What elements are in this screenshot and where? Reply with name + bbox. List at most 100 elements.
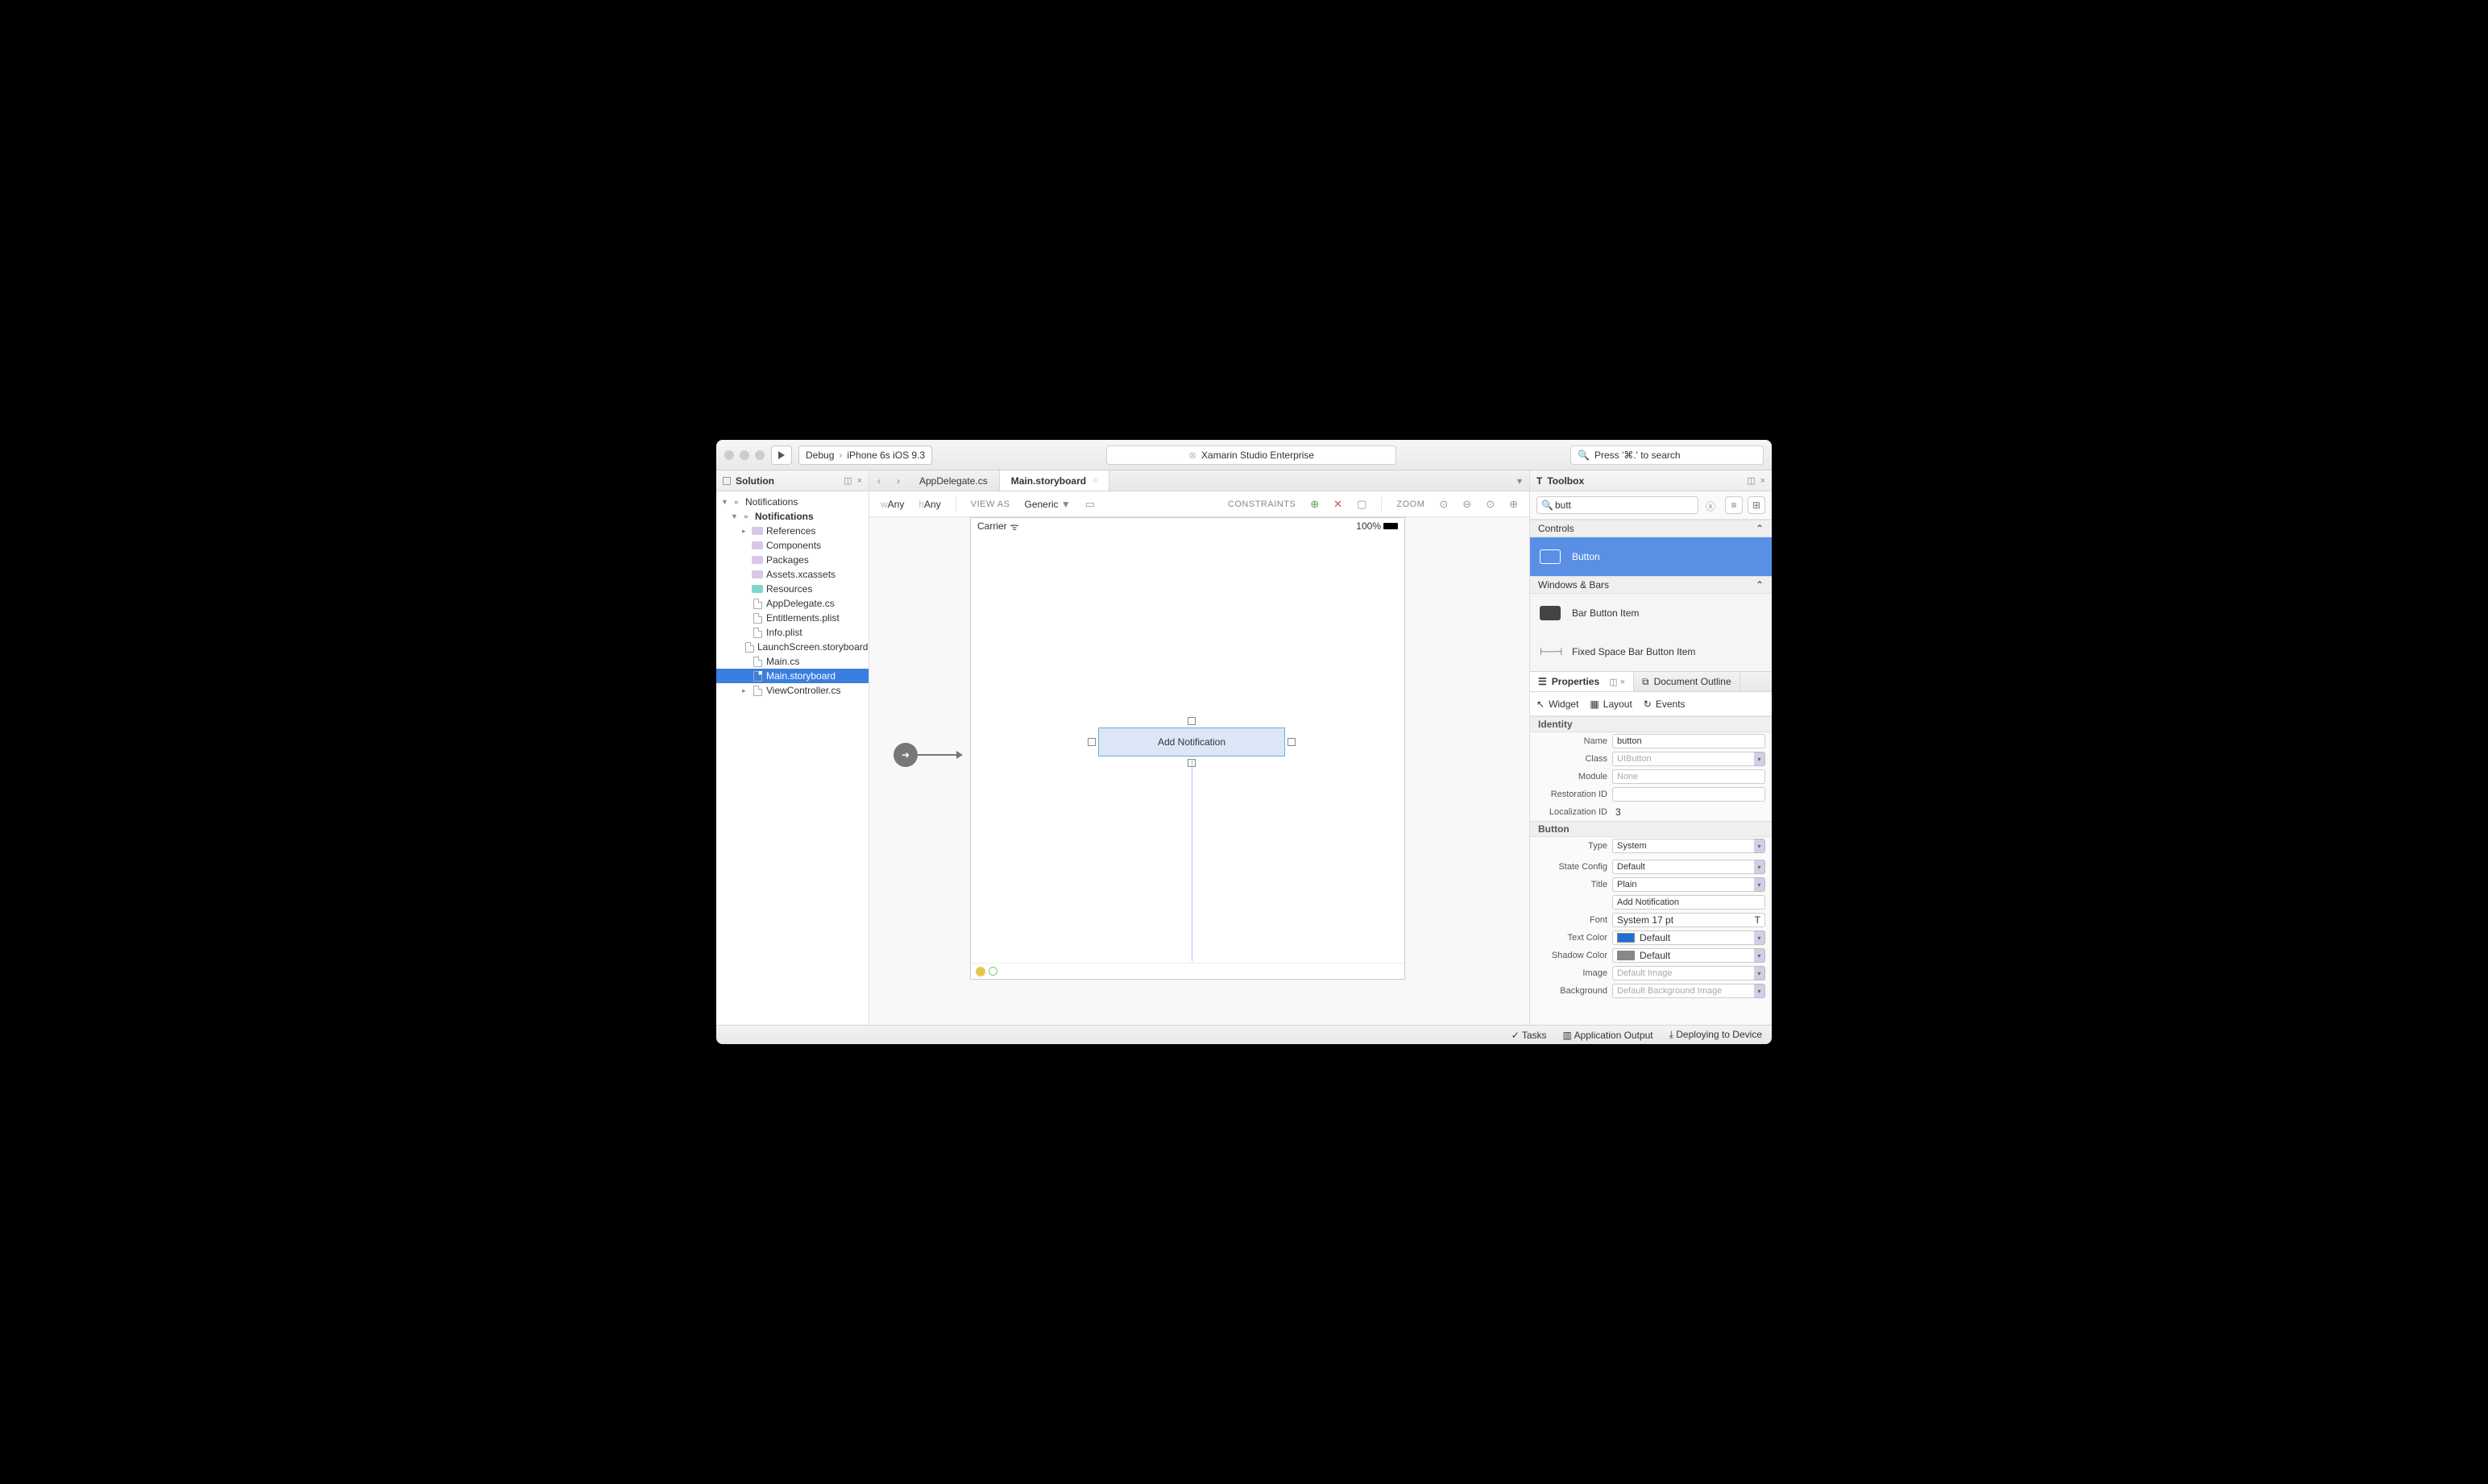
solution-root[interactable]: ▼▫ Notifications xyxy=(716,495,869,509)
zoom-fit-icon[interactable]: ⊙ xyxy=(1439,498,1448,511)
dropdown-icon[interactable]: ▾ xyxy=(1754,984,1765,998)
prop-type-select[interactable]: System xyxy=(1612,839,1754,853)
pad-pin-icon[interactable]: ◫ xyxy=(844,475,852,486)
zoom-window-button[interactable] xyxy=(755,450,765,460)
prop-background-select[interactable]: Default Background Image xyxy=(1612,984,1754,998)
dropdown-icon[interactable]: ▾ xyxy=(1754,948,1765,963)
tree-item[interactable]: Info.plist xyxy=(716,625,869,640)
prop-shadow-color-select[interactable]: Default xyxy=(1612,948,1754,963)
resize-handle-top[interactable] xyxy=(1188,717,1196,725)
view-controller[interactable]: Carrier ᯤ 100% Add Notification xyxy=(970,517,1405,980)
dropdown-icon[interactable]: ▾ xyxy=(1754,966,1765,980)
status-tasks[interactable]: ✓ Tasks xyxy=(1511,1030,1547,1041)
initial-vc-arrow[interactable]: ➜ xyxy=(894,743,962,767)
tab-main-storyboard[interactable]: Main.storyboard○ xyxy=(1000,470,1109,491)
tree-item[interactable]: Entitlements.plist xyxy=(716,611,869,625)
font-picker-icon[interactable]: T xyxy=(1755,914,1760,926)
toolbox-filter-input[interactable] xyxy=(1536,496,1698,514)
dropdown-icon[interactable]: ▾ xyxy=(1754,839,1765,853)
resize-handle-right[interactable] xyxy=(1288,738,1296,746)
design-canvas[interactable]: ➜ Carrier ᯤ 100% Add Notification xyxy=(869,517,1529,1025)
orientation-toggle[interactable]: ▭ xyxy=(1085,498,1095,511)
size-class-w[interactable]: wwAnyAny xyxy=(881,499,904,510)
clear-constraints-icon[interactable]: ✕ xyxy=(1333,498,1342,511)
properties-panel[interactable]: Identity Namebutton ClassUIButton▾ Modul… xyxy=(1530,716,1772,1025)
subtab-events[interactable]: ↻Events xyxy=(1644,698,1686,710)
first-responder-icon[interactable] xyxy=(989,967,997,976)
subtab-widget[interactable]: ↖Widget xyxy=(1536,698,1578,710)
tree-item[interactable]: Main.storyboard xyxy=(716,669,869,683)
zoom-out-icon[interactable]: ⊖ xyxy=(1462,498,1471,511)
close-tab-icon[interactable]: ○ xyxy=(1093,476,1097,485)
frames-icon[interactable]: ▢ xyxy=(1357,498,1366,511)
resize-handle-left[interactable] xyxy=(1088,738,1096,746)
tree-item[interactable]: ▸ViewController.cs xyxy=(716,683,869,698)
size-class-h[interactable]: hAny xyxy=(918,499,940,510)
view-as-selector[interactable]: Generic ▼ xyxy=(1024,499,1070,510)
minimize-window-button[interactable] xyxy=(740,450,749,460)
prop-name-input[interactable]: button xyxy=(1612,734,1765,748)
tree-item[interactable]: Resources xyxy=(716,582,869,596)
titlebar: Debug › iPhone 6s iOS 9.3 ⊗ Xamarin Stud… xyxy=(716,440,1772,470)
tree-item[interactable]: Components xyxy=(716,538,869,553)
prop-image-select[interactable]: Default Image xyxy=(1612,966,1754,980)
solution-icon xyxy=(723,477,731,485)
zoom-actual-icon[interactable]: ⊙ xyxy=(1486,498,1495,511)
toolbox-category-windows[interactable]: Windows & Bars⌃ xyxy=(1530,576,1772,594)
run-button[interactable] xyxy=(771,446,792,465)
tree-item[interactable]: LaunchScreen.storyboard xyxy=(716,640,869,654)
prop-class-input[interactable]: UIButton xyxy=(1612,752,1754,766)
editor-area: ‹ › AppDelegate.cs Main.storyboard○ ▾ ww… xyxy=(869,470,1530,1025)
dropdown-icon[interactable]: ▾ xyxy=(1754,860,1765,874)
tab-properties[interactable]: ☰Properties◫ × xyxy=(1530,672,1634,691)
prop-module-input[interactable]: None xyxy=(1612,769,1765,784)
pad-close-icon[interactable]: × xyxy=(857,476,862,486)
prop-title-type-select[interactable]: Plain xyxy=(1612,877,1754,892)
tree-item[interactable]: ▸References xyxy=(716,524,869,538)
toolbox-view-grid[interactable]: ⊞ xyxy=(1748,496,1765,514)
tree-item[interactable]: Assets.xcassets xyxy=(716,567,869,582)
nav-back-button[interactable]: ‹ xyxy=(869,470,889,491)
prop-restoration-id-input[interactable] xyxy=(1612,787,1765,802)
close-window-button[interactable] xyxy=(724,450,734,460)
toolbox-category-controls[interactable]: Controls⌃ xyxy=(1530,520,1772,537)
prop-font-input[interactable]: System 17 ptT xyxy=(1612,913,1765,927)
section-button: Button xyxy=(1530,821,1772,837)
prop-state-select[interactable]: Default xyxy=(1612,860,1754,874)
status-output[interactable]: ▥ Application Output xyxy=(1563,1030,1653,1041)
run-config-selector[interactable]: Debug › iPhone 6s iOS 9.3 xyxy=(798,446,932,465)
selected-button-widget[interactable]: Add Notification xyxy=(1098,727,1285,757)
tree-item[interactable]: AppDelegate.cs xyxy=(716,596,869,611)
project-icon: ▫ xyxy=(740,512,752,521)
clear-filter-icon[interactable]: ⓧ xyxy=(1706,500,1715,513)
toolbox-item-button[interactable]: Button xyxy=(1530,537,1772,576)
section-identity: Identity xyxy=(1530,716,1772,732)
vc-dock-icon[interactable] xyxy=(976,967,985,976)
dropdown-icon[interactable]: ▾ xyxy=(1754,931,1765,945)
toolbox-view-compact[interactable]: ≡ xyxy=(1725,496,1743,514)
prop-title-text-input[interactable]: Add Notification xyxy=(1612,895,1765,910)
zoom-in-icon[interactable]: ⊕ xyxy=(1509,498,1518,511)
dropdown-icon[interactable]: ▾ xyxy=(1754,752,1765,766)
status-deploy[interactable]: ⤓ Deploying to Device xyxy=(1669,1029,1762,1041)
pad-pin-icon[interactable]: ◫ xyxy=(1747,475,1755,486)
solution-tree[interactable]: ▼▫ Notifications ▼▫ Notifications ▸Refer… xyxy=(716,491,869,1025)
add-constraints-icon[interactable]: ⊕ xyxy=(1310,498,1319,511)
tab-document-outline[interactable]: ⧉Document Outline xyxy=(1634,672,1740,691)
prop-text-color-select[interactable]: Default xyxy=(1612,931,1754,945)
folder-icon xyxy=(752,555,763,565)
dropdown-icon[interactable]: ▾ xyxy=(1754,877,1765,892)
subtab-layout[interactable]: ▦Layout xyxy=(1590,698,1632,710)
tab-appdelegate[interactable]: AppDelegate.cs xyxy=(908,470,1000,491)
events-icon: ↻ xyxy=(1644,698,1652,710)
project-node[interactable]: ▼▫ Notifications xyxy=(716,509,869,524)
nav-forward-button[interactable]: › xyxy=(889,470,908,491)
tree-item[interactable]: Packages xyxy=(716,553,869,567)
global-search[interactable]: 🔍 Press '⌘.' to search xyxy=(1570,446,1764,465)
tab-overflow-icon[interactable]: ▾ xyxy=(1510,470,1529,491)
pad-close-icon[interactable]: × xyxy=(1760,476,1765,486)
toolbox-item-barbutton[interactable]: Bar Button Item xyxy=(1530,594,1772,632)
toolbox-item-fixedspace[interactable]: ⊦┄┄⊣ Fixed Space Bar Button Item xyxy=(1530,632,1772,671)
tree-item[interactable]: Main.cs xyxy=(716,654,869,669)
designer-toolbar: wwAnyAny hAny VIEW AS Generic ▼ ▭ CONSTR… xyxy=(869,491,1529,517)
